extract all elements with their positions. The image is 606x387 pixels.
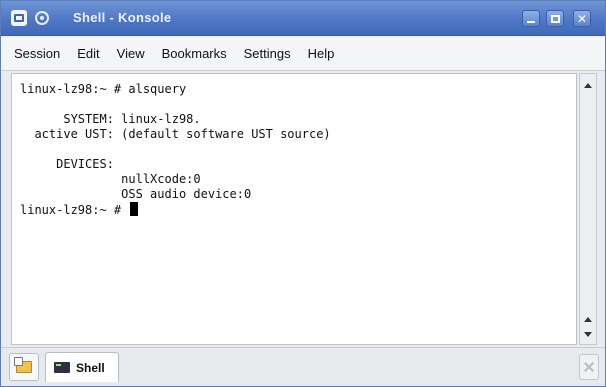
terminal-line: OSS audio device:0 xyxy=(20,187,252,201)
menu-bar: Session Edit View Bookmarks Settings Hel… xyxy=(1,37,605,71)
menu-help[interactable]: Help xyxy=(307,44,336,63)
scroll-up-button[interactable] xyxy=(581,78,595,92)
tab-shell[interactable]: Shell xyxy=(45,352,119,382)
vertical-scrollbar[interactable] xyxy=(579,73,597,345)
menu-session[interactable]: Session xyxy=(13,44,61,63)
menu-bookmarks[interactable]: Bookmarks xyxy=(161,44,228,63)
terminal-output[interactable]: linux-lz98:~ # alsquery SYSTEM: linux-lz… xyxy=(11,73,577,345)
close-tab-icon xyxy=(584,362,594,372)
window-menu-icon[interactable] xyxy=(11,10,27,26)
scroll-down-button[interactable] xyxy=(581,327,595,341)
terminal-prompt: linux-lz98:~ # xyxy=(20,203,129,217)
konsole-window: Shell - Konsole ✕ Session Edit View Book… xyxy=(0,0,606,387)
close-button[interactable]: ✕ xyxy=(573,10,591,27)
close-tab-button[interactable] xyxy=(579,354,599,380)
close-icon: ✕ xyxy=(576,11,588,26)
terminal-line: SYSTEM: linux-lz98. xyxy=(20,112,201,126)
maximize-icon xyxy=(550,14,560,23)
menu-view[interactable]: View xyxy=(116,44,146,63)
terminal-line: linux-lz98:~ # alsquery xyxy=(20,82,187,96)
arrow-down-icon xyxy=(584,331,592,337)
window-title: Shell - Konsole xyxy=(73,10,172,25)
terminal-line: DEVICES: xyxy=(20,157,114,171)
tab-bar: Shell xyxy=(1,347,605,386)
tab-label: Shell xyxy=(76,360,105,375)
arrow-up-icon xyxy=(584,316,592,322)
terminal-icon xyxy=(54,362,70,373)
new-tab-button[interactable] xyxy=(9,353,39,381)
minimize-button[interactable] xyxy=(522,10,540,27)
menu-edit[interactable]: Edit xyxy=(76,44,100,63)
maximize-button[interactable] xyxy=(546,10,564,27)
arrow-up-icon xyxy=(584,82,592,88)
terminal-line: active UST: (default software UST source… xyxy=(20,127,331,141)
terminal-prompt-line: linux-lz98:~ # xyxy=(20,202,139,217)
menu-settings[interactable]: Settings xyxy=(243,44,292,63)
terminal-line: nullXcode:0 xyxy=(20,172,201,186)
new-tab-icon xyxy=(14,357,32,373)
minimize-icon xyxy=(527,20,535,23)
title-bar[interactable]: Shell - Konsole ✕ xyxy=(1,1,605,36)
scroll-up-lower-button[interactable] xyxy=(581,312,595,326)
text-cursor xyxy=(130,202,139,216)
pin-icon[interactable] xyxy=(34,10,50,26)
